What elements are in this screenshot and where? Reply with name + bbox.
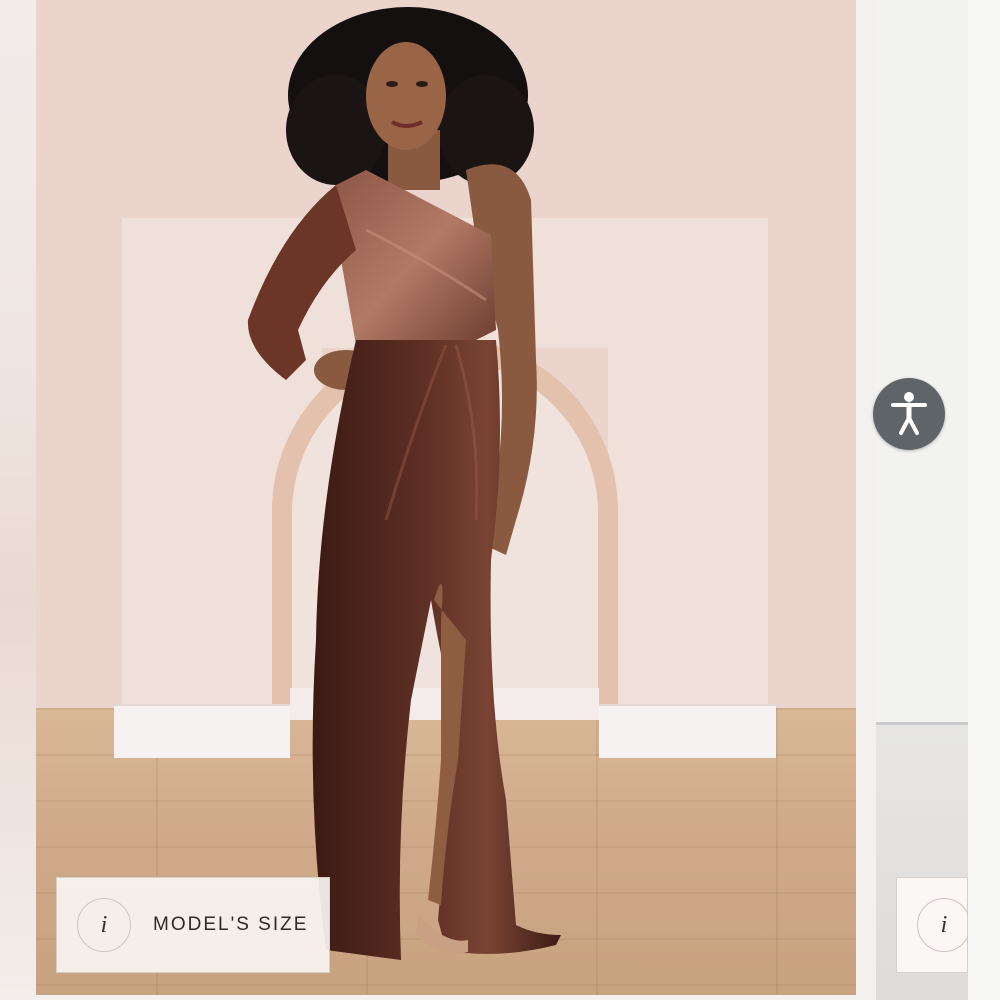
models-size-label: MODEL'S SIZE	[153, 914, 309, 935]
previous-slide-edge[interactable]	[0, 0, 36, 1000]
info-icon: i	[917, 898, 968, 952]
next-slide-info-button[interactable]: i	[896, 877, 968, 973]
accessibility-button[interactable]	[873, 378, 945, 450]
info-icon: i	[77, 898, 131, 952]
model-in-gown	[247, 7, 561, 960]
models-size-button[interactable]: i MODEL'S SIZE	[56, 877, 330, 973]
page-margin	[968, 0, 1000, 1000]
accessibility-icon	[891, 392, 927, 435]
product-image-slide[interactable]: i MODEL'S SIZE	[36, 0, 856, 995]
face	[366, 42, 446, 150]
next-slide-preview[interactable]: i	[876, 0, 968, 1000]
